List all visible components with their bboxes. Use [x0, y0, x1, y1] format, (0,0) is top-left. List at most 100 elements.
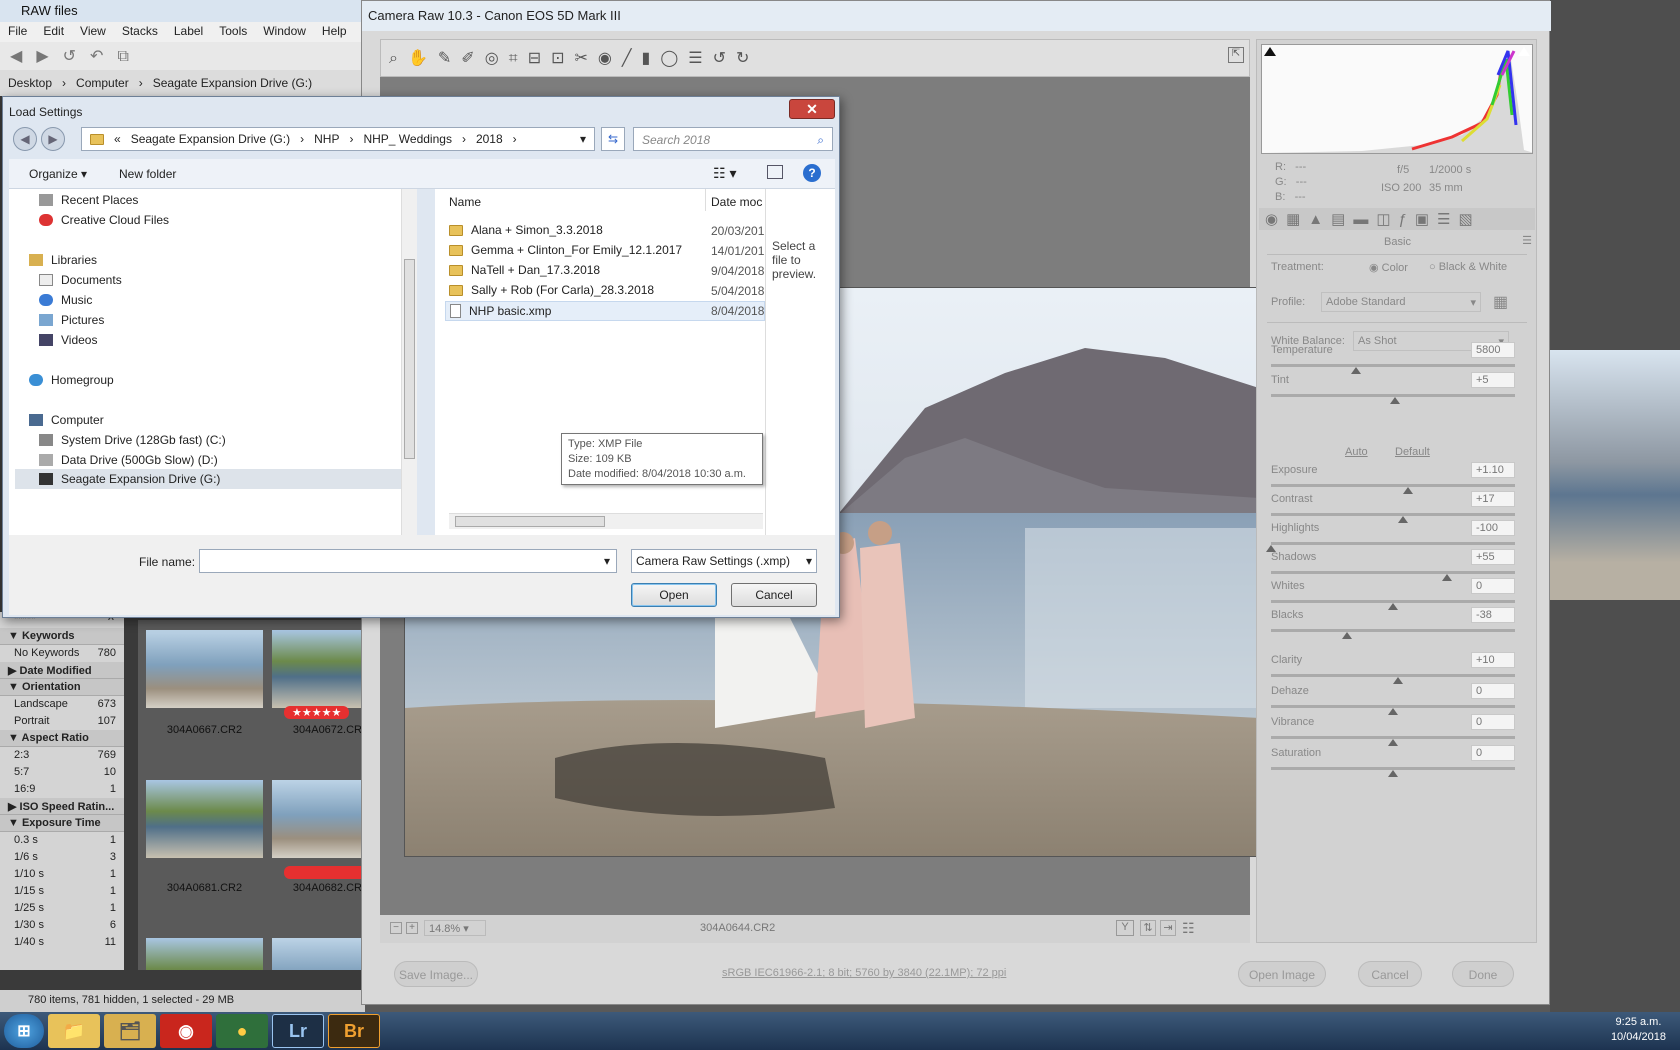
file-list-hscrollbar[interactable]: [449, 513, 763, 529]
fullscreen-icon[interactable]: ⇱: [1228, 47, 1244, 63]
brush-icon[interactable]: ╱: [622, 50, 642, 67]
treatment-color-radio[interactable]: ◉ Color: [1369, 261, 1408, 274]
slider-value-input[interactable]: +5: [1471, 372, 1515, 388]
straighten-icon[interactable]: ⊟: [528, 50, 551, 67]
file-row[interactable]: NaTell + Dan_17.3.2018: [449, 263, 600, 277]
filter-row[interactable]: 1/6 s3: [0, 849, 124, 866]
slider-value-input[interactable]: 5800: [1471, 342, 1515, 358]
zoom-level-select[interactable]: 14.8% ▾: [424, 920, 486, 936]
rotate-right-icon[interactable]: ↻: [736, 50, 759, 67]
slider-thumb[interactable]: [1402, 487, 1413, 494]
filter-row[interactable]: 2:3 769: [0, 747, 124, 764]
copy-icon[interactable]: ⧉: [117, 48, 142, 65]
fx-icon[interactable]: ƒ: [1399, 211, 1415, 228]
slider-thumb[interactable]: [1388, 603, 1398, 610]
slider-track[interactable]: [1271, 629, 1515, 632]
gradient-icon[interactable]: ▮: [642, 50, 661, 67]
thumbnail-image[interactable]: [146, 630, 263, 708]
filter-row[interactable]: 1/30 s6: [0, 917, 124, 934]
nav-pictures[interactable]: Pictures: [39, 313, 104, 327]
save-image-button[interactable]: Save Image...: [394, 961, 478, 987]
help-icon[interactable]: ?: [803, 164, 821, 182]
slider-thumb[interactable]: [1351, 367, 1362, 374]
slider-thumb[interactable]: [1390, 397, 1401, 404]
forward-arrow-icon[interactable]: ▶: [36, 48, 62, 65]
nav-homegroup[interactable]: Homegroup: [29, 373, 114, 387]
radial-icon[interactable]: ◯: [660, 50, 688, 67]
filter-row[interactable]: 1/15 s1: [0, 883, 124, 900]
menu-tools[interactable]: Tools: [219, 24, 247, 40]
nav-scrollbar[interactable]: [401, 189, 417, 535]
done-button[interactable]: Done: [1452, 961, 1514, 987]
slider-thumb[interactable]: [1397, 516, 1408, 523]
nav-computer[interactable]: Computer: [29, 413, 104, 427]
zoom-out-icon[interactable]: −: [390, 922, 402, 934]
rotate-left-icon[interactable]: ↺: [713, 50, 736, 67]
system-clock[interactable]: 9:25 a.m. 10/04/2018: [1611, 1015, 1666, 1045]
red-eye-icon[interactable]: ◉: [598, 50, 622, 67]
filter-header-exposure-time[interactable]: ▼ Exposure Time: [0, 815, 124, 832]
nav-recent-places[interactable]: Recent Places: [39, 193, 138, 207]
menu-view[interactable]: View: [80, 24, 106, 40]
address-bar[interactable]: « Seagate Expansion Drive (G:) › NHP › NHP…: [81, 127, 595, 151]
slider-value-input[interactable]: 0: [1471, 578, 1515, 594]
taskbar-app[interactable]: 📁: [48, 1014, 100, 1048]
hsl-icon[interactable]: ▤: [1331, 211, 1353, 228]
crumb-seagate[interactable]: Seagate Expansion Drive (G:): [131, 132, 290, 146]
thumbnail-image[interactable]: [272, 630, 365, 708]
filter-header-date-modified[interactable]: ▶ Date Modified: [0, 662, 124, 679]
thumbnail-image[interactable]: [272, 780, 365, 858]
nav-videos[interactable]: Videos: [39, 333, 97, 347]
crumb-2018[interactable]: 2018: [476, 132, 503, 146]
detail-icon[interactable]: ▲: [1308, 211, 1331, 228]
path-computer[interactable]: Computer: [76, 76, 129, 90]
menu-file[interactable]: File: [8, 24, 27, 40]
slider-thumb[interactable]: [1388, 770, 1398, 777]
before-after-icon[interactable]: Y: [1116, 920, 1134, 936]
filter-row[interactable]: 1/40 s 11: [0, 934, 124, 951]
filter-row[interactable]: 0.3 s1: [0, 832, 124, 849]
slider-thumb[interactable]: [1388, 739, 1398, 746]
slider-thumb[interactable]: [1392, 677, 1403, 684]
filter-header-keywords[interactable]: ▼ Keywords: [0, 628, 124, 645]
slider-track[interactable]: [1271, 484, 1515, 487]
menu-window[interactable]: Window: [263, 24, 306, 40]
filter-row[interactable]: Landscape 673: [0, 696, 124, 713]
nav-documents[interactable]: Documents: [39, 273, 122, 287]
panel-menu-icon[interactable]: ☰: [1522, 234, 1532, 247]
thumbnail-image[interactable]: [146, 938, 263, 970]
profile-select[interactable]: Adobe Standard ▾: [1321, 292, 1481, 312]
slider-track[interactable]: [1271, 571, 1515, 574]
thumbnail-image[interactable]: [272, 938, 365, 970]
open-button[interactable]: Open: [631, 583, 717, 607]
workflow-options-link[interactable]: sRGB IEC61966-2.1; 8 bit; 5760 by 3840 (…: [722, 967, 1006, 979]
cancel-button[interactable]: Cancel: [1358, 961, 1422, 987]
file-row[interactable]: Gemma + Clinton_For Emily_12.1.2017: [449, 243, 682, 257]
tone-curve-icon[interactable]: ▦: [1286, 211, 1308, 228]
boomerang-icon[interactable]: ↶: [90, 48, 117, 65]
lens-icon[interactable]: ◫: [1376, 211, 1398, 228]
filter-row[interactable]: 1/10 s1: [0, 866, 124, 883]
slider-track[interactable]: [1271, 542, 1515, 545]
snapshots-icon[interactable]: ▧: [1459, 211, 1481, 228]
taskbar-lightroom[interactable]: Lr: [272, 1014, 324, 1048]
filter-header-aspect-ratio[interactable]: ▼ Aspect Ratio: [0, 730, 124, 747]
filter-row[interactable]: 5:7 10: [0, 764, 124, 781]
new-folder-button[interactable]: New folder: [119, 167, 176, 181]
menu-help[interactable]: Help: [322, 24, 347, 40]
back-arrow-icon[interactable]: ◀: [10, 48, 36, 65]
search-input[interactable]: Search 2018 ⌕: [633, 127, 833, 151]
filter-row[interactable]: Portrait 107: [0, 713, 124, 730]
settings-sliders-icon[interactable]: ☷: [1182, 920, 1195, 937]
column-date-header[interactable]: Date moc: [711, 195, 762, 209]
basic-tab-icon[interactable]: ◉: [1265, 211, 1286, 228]
crumb-weddings[interactable]: NHP_ Weddings: [363, 132, 452, 146]
preview-pane-icon[interactable]: [767, 165, 783, 179]
taskbar-chrome[interactable]: ●: [216, 1014, 268, 1048]
shadow-clipping-icon[interactable]: [1264, 47, 1276, 56]
open-image-button[interactable]: Open Image: [1238, 961, 1326, 987]
calibration-icon[interactable]: ▣: [1415, 211, 1437, 228]
filter-header-orientation[interactable]: ▼ Orientation: [0, 679, 124, 696]
taskbar-app[interactable]: 🗂: [104, 1014, 156, 1048]
file-row[interactable]: Alana + Simon_3.3.2018: [449, 223, 603, 237]
